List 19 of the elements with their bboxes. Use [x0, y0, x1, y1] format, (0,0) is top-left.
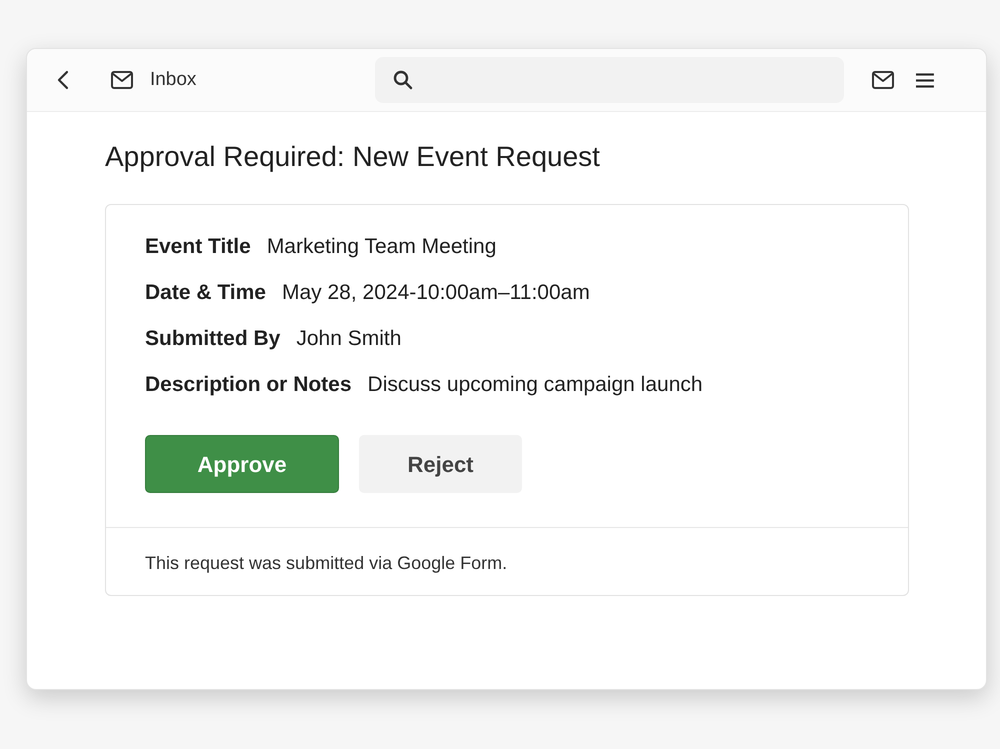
- menu-icon[interactable]: [916, 72, 934, 88]
- field-label: Submitted By: [145, 326, 280, 352]
- search-field[interactable]: [375, 57, 844, 103]
- folder-label[interactable]: Inbox: [150, 66, 196, 94]
- back-icon[interactable]: [57, 70, 69, 90]
- footer-note: This request was submitted via Google Form.: [145, 552, 508, 575]
- field-label: Description or Notes: [145, 372, 352, 398]
- field-value: Discuss upcoming campaign launch: [368, 372, 703, 398]
- reject-button[interactable]: Reject: [359, 435, 522, 493]
- approve-button[interactable]: Approve: [145, 435, 339, 493]
- mail-icon[interactable]: [872, 71, 894, 89]
- field-label: Event Title: [145, 234, 251, 260]
- field-label: Date & Time: [145, 280, 266, 306]
- field-value: Marketing Team Meeting: [266, 234, 496, 260]
- field-value: May 28, 2024-10:00am–11:00am: [282, 280, 590, 306]
- mail-icon[interactable]: [110, 71, 133, 89]
- field-value: John Smith: [296, 326, 402, 352]
- email-subject: Approval Required: New Event Request: [105, 140, 600, 174]
- search-icon[interactable]: [393, 70, 414, 90]
